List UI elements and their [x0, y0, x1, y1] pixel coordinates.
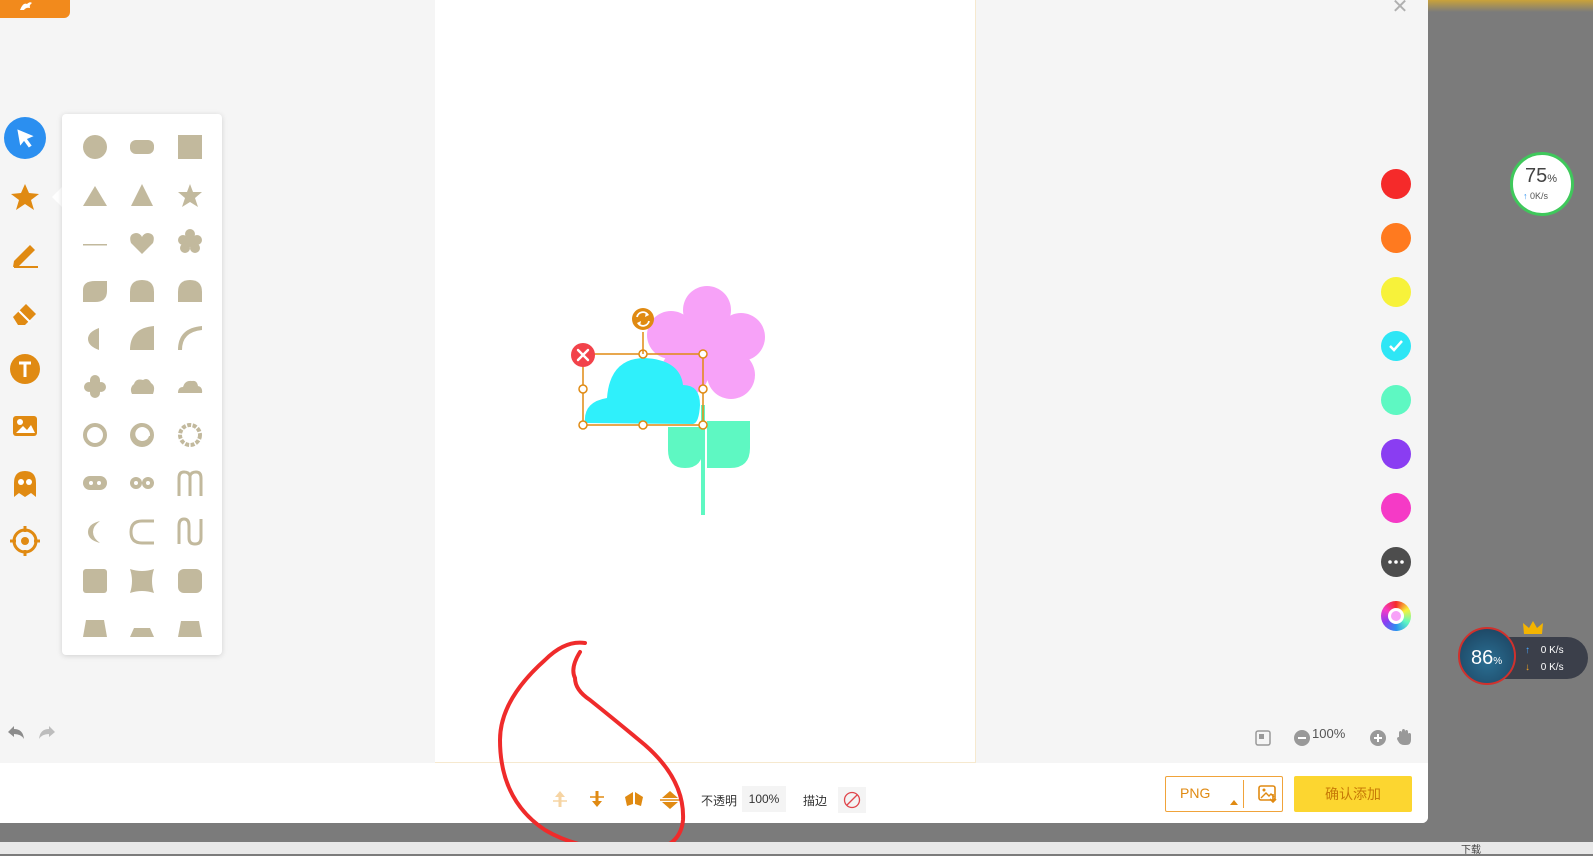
desktop-background [0, 823, 1593, 842]
color-swatch-purple[interactable] [1381, 439, 1411, 469]
image-tool[interactable] [4, 405, 46, 447]
color-swatch-cyan[interactable] [1381, 331, 1411, 361]
shape-arc[interactable] [178, 326, 202, 350]
color-swatch-red[interactable] [1381, 169, 1411, 199]
undo-icon[interactable] [6, 724, 26, 745]
zoom-out-icon[interactable] [1294, 730, 1310, 751]
text-tool[interactable] [4, 348, 46, 390]
color-swatch-mint[interactable] [1381, 385, 1411, 415]
shape-cloud[interactable] [130, 379, 155, 394]
shape-capsule-dots[interactable] [83, 476, 107, 490]
shape-ring-dashed[interactable] [178, 423, 202, 447]
shape-drop-left[interactable] [130, 280, 154, 302]
download-rate: ↓ 0 K/s [1525, 662, 1564, 673]
format-value: PNG [1180, 785, 1211, 801]
target-icon [10, 526, 40, 556]
upload-rate: ↑ 0 K/s [1525, 645, 1564, 656]
taskbar: 下载 [0, 842, 1593, 856]
shape-flower[interactable] [178, 229, 202, 253]
checkmark-icon [1389, 340, 1403, 352]
sticker-tool[interactable] [4, 463, 46, 505]
annotation-circle [497, 640, 686, 854]
shape-half-circle[interactable] [88, 328, 99, 350]
memory-gauge[interactable]: 86% [1458, 627, 1516, 685]
shape-arch[interactable] [178, 280, 202, 302]
app-logo-icon [0, 0, 70, 18]
no-stroke-icon[interactable] [838, 787, 866, 813]
cursor-icon [4, 117, 46, 159]
shape-cross[interactable] [84, 375, 106, 398]
shape-rounded-square[interactable] [83, 569, 107, 593]
shape-tool[interactable] [4, 176, 46, 218]
star-icon [11, 184, 39, 210]
zoom-in-icon[interactable] [1370, 730, 1386, 751]
color-swatch-pink[interactable] [1381, 493, 1411, 523]
shape-line[interactable] [83, 244, 107, 246]
zoom-level: 100% [1312, 726, 1346, 741]
shape-trapezoid-wide[interactable] [178, 621, 202, 637]
shape-ring[interactable] [83, 423, 107, 447]
shape-star[interactable] [178, 184, 202, 207]
redo-icon[interactable] [37, 724, 57, 745]
export-image-icon[interactable] [1258, 785, 1278, 808]
delete-handle-icon[interactable] [571, 343, 595, 367]
pencil-tool[interactable] [4, 233, 46, 275]
shape-trapezoid[interactable] [83, 620, 107, 637]
ghost-icon [14, 471, 36, 497]
shape-square[interactable] [178, 135, 202, 159]
eraser-icon [13, 304, 36, 325]
opacity-label: 不透明 [701, 794, 738, 808]
shape-leaf-square[interactable] [83, 281, 107, 302]
shape-quarter-circle[interactable] [130, 326, 154, 350]
fit-icon[interactable] [1255, 730, 1271, 751]
shape-triangle[interactable] [83, 186, 107, 206]
panel-pointer [52, 187, 62, 207]
shape-concave-square[interactable] [130, 569, 154, 593]
shape-squircle[interactable] [178, 569, 202, 593]
select-tool[interactable] [4, 117, 46, 159]
image-icon [13, 416, 37, 436]
color-wheel-icon[interactable] [1381, 601, 1411, 631]
confirm-add-button[interactable]: 确认添加 [1294, 776, 1412, 812]
shape-panel [62, 114, 222, 655]
text-icon [10, 354, 40, 384]
target-tool[interactable] [4, 520, 46, 562]
close-icon[interactable]: ✕ [1390, 0, 1410, 17]
shape-crescent[interactable] [88, 521, 100, 543]
eraser-tool[interactable] [4, 291, 46, 333]
shape-triangle-tall[interactable] [131, 184, 153, 206]
hand-icon[interactable] [1396, 728, 1412, 751]
opacity-input[interactable]: 100% [742, 786, 786, 812]
network-speed-widget[interactable]: 75% ↑ 0K/s [1510, 152, 1574, 216]
shape-wave-n[interactable] [177, 517, 203, 546]
rotate-handle-icon[interactable] [632, 308, 654, 330]
caret-up-icon[interactable] [1230, 792, 1238, 810]
color-swatch-yellow[interactable] [1381, 277, 1411, 307]
download-arrow-icon: ↓ [1525, 662, 1530, 673]
shape-m-shape[interactable] [177, 470, 203, 496]
shape-infinity[interactable] [130, 477, 154, 489]
top-strip [1428, 0, 1593, 12]
divider [1243, 780, 1244, 808]
memory-percent: 86% [1471, 647, 1503, 669]
upload-arrow-icon: ↑ [1523, 191, 1528, 201]
shape-circle[interactable] [83, 135, 107, 159]
pencil-icon [13, 245, 38, 268]
shape-trapezoid-low[interactable] [130, 628, 154, 637]
shape-rounded-rect[interactable] [130, 140, 154, 154]
speed-rate: ↑ 0K/s [1523, 191, 1549, 201]
color-swatch-orange[interactable] [1381, 223, 1411, 253]
more-dots-icon[interactable] [1381, 547, 1411, 577]
upload-arrow-icon: ↑ [1525, 645, 1530, 656]
editor-window: ✕ 100% 不透明 100% 描边 PNG 确认添加 [0, 0, 1428, 823]
speed-percent: 75% [1525, 165, 1558, 187]
shape-ring-notch[interactable] [130, 423, 154, 447]
shape-cloud-flat[interactable] [178, 380, 203, 393]
shape-heart[interactable] [130, 233, 154, 254]
vip-crown-icon [1522, 620, 1544, 641]
shape-c-shape[interactable] [129, 519, 154, 545]
stroke-label: 描边 [803, 794, 828, 808]
